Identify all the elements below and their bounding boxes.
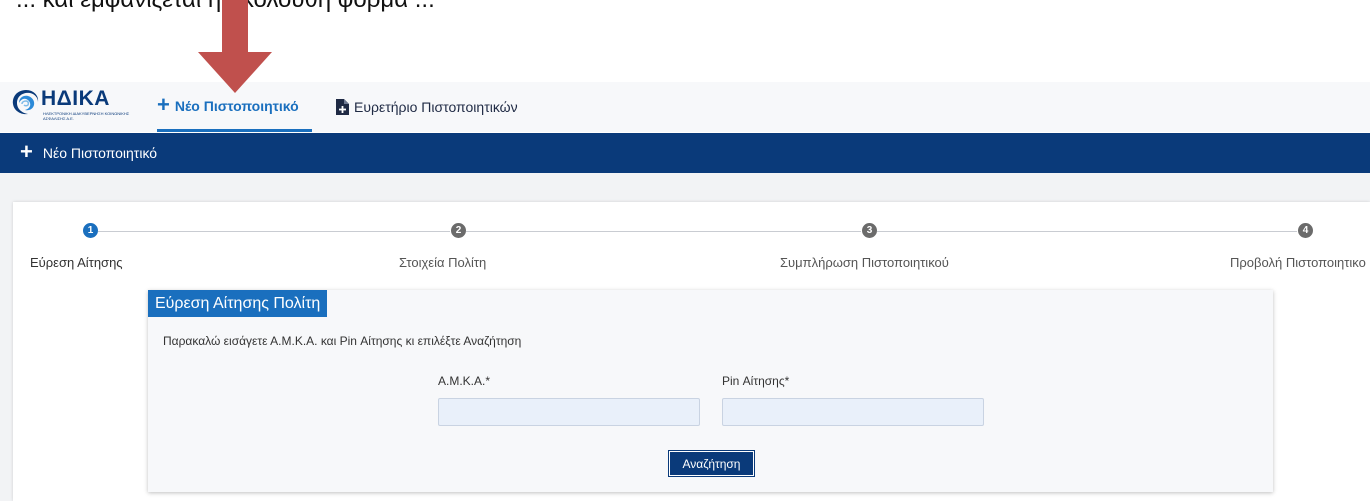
page-title: Νέο Πιστοποιητικό <box>42 145 158 161</box>
page-header: + Νέο Πιστοποιητικό <box>0 133 1370 173</box>
screenshot-root: ... και εμφανίζεται η ακόλουθη φόρμα ...… <box>0 0 1370 501</box>
pin-input[interactable] <box>722 398 984 426</box>
pin-label: Pin Αίτησης* <box>722 374 790 388</box>
nav-tab-new-certificate-label: Νέο Πιστοποιητικό <box>174 97 299 114</box>
step-3-indicator[interactable]: 3 <box>862 223 877 238</box>
search-button[interactable]: Αναζήτηση <box>668 450 755 477</box>
plus-icon: + <box>20 139 33 164</box>
search-instructions: Παρακαλώ εισάγετε Α.Μ.Κ.Α. και Pin Αίτησ… <box>163 334 522 348</box>
step-4-label: Προβολή Πιστοποιητικο <box>1230 255 1366 270</box>
step-2-indicator[interactable]: 2 <box>451 223 466 238</box>
nav-tab-certificate-index[interactable]: Ευρετήριο Πιστοποιητικών <box>336 82 518 132</box>
amka-label: Α.Μ.Κ.Α.* <box>438 374 491 388</box>
step-1-label: Εύρεση Αίτησης <box>30 255 123 270</box>
logo-name: ΗΔΙΚΑ <box>41 87 110 110</box>
step-connector <box>877 231 1297 232</box>
plus-icon: + <box>157 91 170 117</box>
idika-logo[interactable]: ΗΔΙΚΑ ΗΛΕΚΤΡΟΝΙΚΗ ΔΙΑΚΥΒΕΡΝΗΣΗ ΚΟΙΝΩΝΙΚΗ… <box>11 86 141 128</box>
step-3-label: Συμπλήρωση Πιστοποιητικού <box>780 255 949 270</box>
step-connector <box>98 231 450 232</box>
logo-subtitle: ΗΛΕΚΤΡΟΝΙΚΗ ΔΙΑΚΥΒΕΡΝΗΣΗ ΚΟΙΝΩΝΙΚΗΣ ΑΣΦΑ… <box>43 111 130 121</box>
search-panel-title: Εύρεση Αίτησης Πολίτη <box>148 290 328 317</box>
step-connector <box>466 231 861 232</box>
file-plus-icon <box>336 99 349 115</box>
red-arrow-icon <box>198 0 272 93</box>
amka-input[interactable] <box>438 398 700 426</box>
logo-swirl-icon <box>12 90 39 115</box>
step-4-indicator[interactable]: 4 <box>1298 223 1313 238</box>
nav-tab-certificate-index-label: Ευρετήριο Πιστοποιητικών <box>354 99 518 115</box>
step-1-indicator[interactable]: 1 <box>83 223 98 238</box>
step-2-label: Στοιχεία Πολίτη <box>399 255 487 270</box>
